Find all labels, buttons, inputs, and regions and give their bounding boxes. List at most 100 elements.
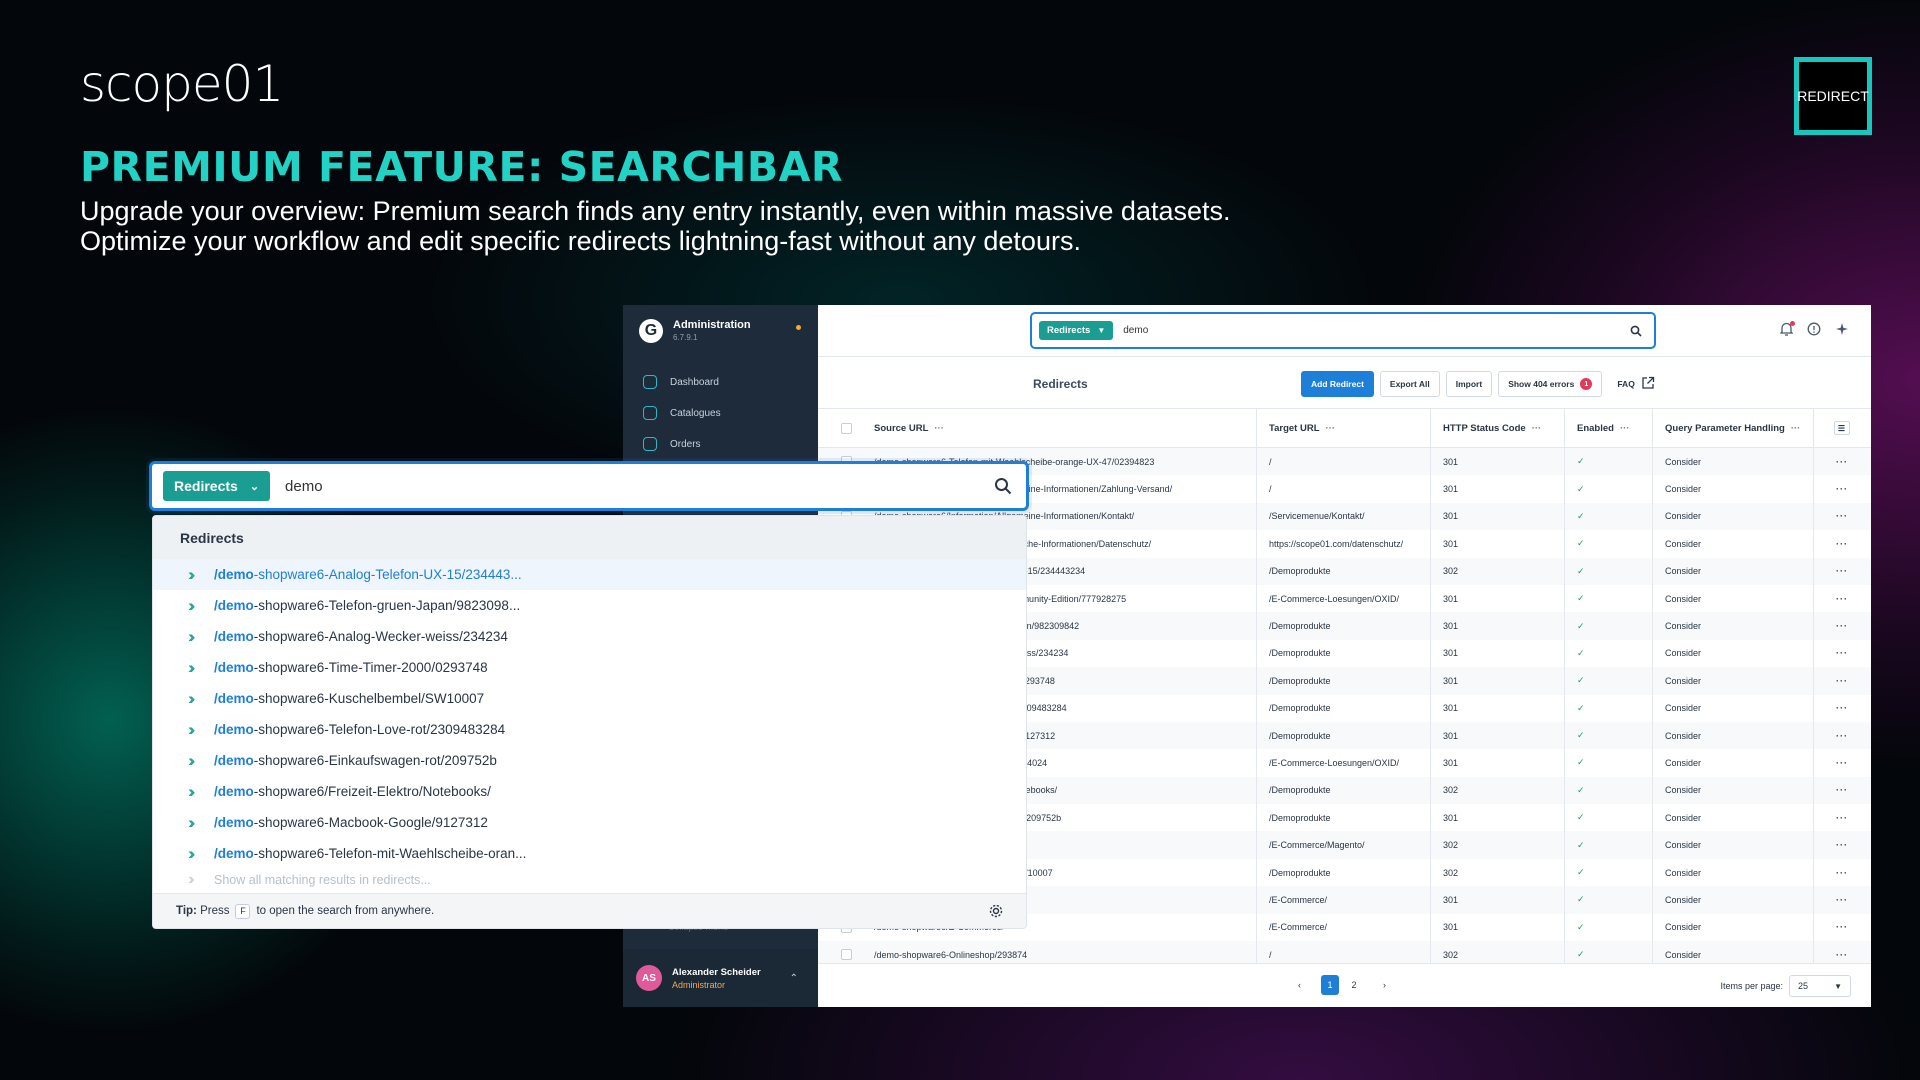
target-url-cell: /E-Commerce/Magento/: [1256, 831, 1430, 859]
row-actions-button[interactable]: ···: [1813, 612, 1870, 640]
query-handling-cell: Consider: [1652, 530, 1813, 558]
list-icon: ☰: [1834, 421, 1850, 435]
gear-icon[interactable]: [988, 903, 1004, 922]
search-type-label: Redirects: [174, 478, 238, 494]
header-source-url[interactable]: Source URL ···: [874, 423, 1256, 434]
page-1[interactable]: 1: [1321, 975, 1339, 995]
target-url-cell: /E-Commerce-Loesungen/OXID/: [1256, 749, 1430, 777]
row-actions-button[interactable]: ···: [1813, 557, 1870, 585]
target-url-cell: /Demoprodukte: [1256, 667, 1430, 695]
row-actions-button[interactable]: ···: [1813, 721, 1870, 750]
user-menu[interactable]: AS Alexander Scheider Administrator ⌃: [623, 949, 818, 1007]
result-path: -shopware6-Kuschelbembel/SW10007: [253, 691, 485, 706]
result-path: -shopware6-Analog-Wecker-weiss/234234: [253, 629, 508, 644]
search-tip: Tip: Press F to open the search from any…: [153, 893, 1026, 928]
admin-title: Administration: [673, 319, 751, 331]
target-url-cell: /E-Commerce/: [1256, 886, 1430, 914]
status-cell: 301: [1430, 584, 1564, 613]
sidebar-item-orders[interactable]: Orders: [643, 437, 701, 451]
chevron-right-icon[interactable]: ›: [1383, 980, 1386, 990]
row-actions-button[interactable]: ···: [1813, 886, 1870, 914]
row-actions-button[interactable]: ···: [1813, 694, 1870, 722]
row-actions-button[interactable]: ···: [1813, 913, 1870, 942]
row-actions-button[interactable]: ···: [1813, 667, 1870, 695]
search-result-item[interactable]: ›› /demo -shopware6-Telefon-Love-rot/23094…: [153, 714, 1026, 745]
help-icon[interactable]: [1807, 322, 1821, 339]
add-redirect-button[interactable]: Add Redirect: [1301, 371, 1374, 397]
source-url-cell: /demo-shopware6-Onlineshop/293874: [874, 949, 1028, 960]
enabled-check-icon: ✓: [1564, 475, 1652, 503]
row-actions-button[interactable]: ···: [1813, 776, 1870, 805]
status-cell: 302: [1430, 831, 1564, 859]
status-cell: 301: [1430, 913, 1564, 942]
row-actions-button[interactable]: ···: [1813, 502, 1870, 531]
header-target-url[interactable]: Target URL ···: [1256, 409, 1430, 447]
search-input[interactable]: demo: [285, 478, 323, 495]
query-handling-cell: Consider: [1652, 475, 1813, 503]
bell-icon[interactable]: [1779, 321, 1795, 339]
query-handling-cell: Consider: [1652, 639, 1813, 668]
search-result-item[interactable]: ›› /demo -shopware6-Macbook-Google/9127312: [153, 807, 1026, 838]
search-result-item[interactable]: ›› /demo -shopware6-Telefon-gruen-Japan/98…: [153, 590, 1026, 621]
row-actions-button[interactable]: ···: [1813, 831, 1870, 859]
topbar-icons: [1779, 321, 1849, 339]
double-chevron-icon: ››: [188, 657, 195, 677]
search-result-item[interactable]: ›› /demo -shopware6/Freizeit-Elektro/Noteb…: [153, 776, 1026, 807]
import-button[interactable]: Import: [1445, 371, 1493, 397]
sidebar-item-label: Orders: [670, 438, 701, 450]
row-checkbox[interactable]: [818, 949, 874, 961]
row-actions-button[interactable]: ···: [1813, 804, 1870, 832]
status-cell: 301: [1430, 694, 1564, 722]
status-cell: 301: [1430, 612, 1564, 640]
search-result-item[interactable]: ›› /demo -shopware6-Analog-Telefon-UX-15/2…: [153, 559, 1026, 590]
search-type-select[interactable]: Redirects ⌄: [163, 471, 271, 501]
header-query-handling[interactable]: Query Parameter Handling ···: [1652, 409, 1813, 447]
target-url-cell: /Demoprodukte: [1256, 557, 1430, 585]
search-result-item[interactable]: ›› /demo -shopware6-Telefon-mit-Waehlschei…: [153, 838, 1026, 869]
search-bar-enlarged[interactable]: Redirects ⌄ demo: [149, 461, 1029, 511]
search-input[interactable]: demo: [1123, 325, 1148, 336]
search-result-item[interactable]: ›› /demo -shopware6-Analog-Wecker-weiss/23…: [153, 621, 1026, 652]
chevron-down-icon: ⌄: [249, 480, 260, 493]
query-handling-cell: Consider: [1652, 886, 1813, 914]
search-type-select[interactable]: Redirects ▼: [1039, 321, 1114, 340]
sidebar-item-catalogues[interactable]: Catalogues: [643, 406, 721, 420]
result-path: -shopware6-Analog-Telefon-UX-15/234443..…: [253, 567, 522, 582]
header-enabled[interactable]: Enabled ···: [1564, 409, 1652, 447]
row-actions-button[interactable]: ···: [1813, 475, 1870, 503]
status-cell: 301: [1430, 886, 1564, 914]
keyboard-key: F: [235, 903, 251, 919]
scope01-logo: scope01: [80, 55, 284, 113]
search-bar[interactable]: Redirects ▼ demo: [1030, 312, 1656, 349]
show-404-button[interactable]: Show 404 errors 1: [1498, 371, 1603, 397]
items-per-page-select[interactable]: 25 ▼: [1789, 975, 1851, 997]
result-keyword: /demo: [214, 722, 254, 737]
search-result-item[interactable]: ›› /demo -shopware6-Time-Timer-2000/029374…: [153, 652, 1026, 683]
column-settings-button[interactable]: ☰: [1813, 409, 1870, 447]
items-per-page-label: Items per page:: [1720, 981, 1783, 991]
enabled-check-icon: ✓: [1564, 721, 1652, 750]
enabled-check-icon: ✓: [1564, 776, 1652, 805]
sidebar-item-dashboard[interactable]: Dashboard: [643, 375, 719, 389]
export-all-button[interactable]: Export All: [1379, 371, 1440, 397]
select-all-checkbox[interactable]: [818, 422, 874, 434]
results-list: ›› /demo -shopware6-Analog-Telefon-UX-15/2…: [153, 559, 1026, 869]
row-actions-button[interactable]: ···: [1813, 639, 1870, 668]
search-result-item[interactable]: ›› /demo -shopware6-Kuschelbembel/SW10007: [153, 683, 1026, 714]
sidebar-brand[interactable]: G Administration 6.7.9.1: [639, 319, 751, 343]
page-2[interactable]: 2: [1345, 975, 1363, 995]
search-icon[interactable]: [994, 477, 1012, 500]
sparkle-icon[interactable]: [1835, 322, 1849, 339]
row-actions-button[interactable]: ···: [1813, 749, 1870, 777]
chevron-up-icon: ⌃: [789, 972, 798, 984]
show-all-results-link[interactable]: ›› Show all matching results in redirect…: [153, 869, 1026, 891]
faq-link[interactable]: FAQ: [1608, 371, 1664, 397]
search-result-item[interactable]: ›› /demo -shopware6-Einkaufswagen-rot/2097…: [153, 745, 1026, 776]
search-icon[interactable]: [1630, 324, 1642, 342]
row-actions-button[interactable]: ···: [1813, 584, 1870, 613]
row-actions-button[interactable]: ···: [1813, 448, 1870, 476]
row-actions-button[interactable]: ···: [1813, 858, 1870, 887]
row-actions-button[interactable]: ···: [1813, 530, 1870, 558]
header-status-code[interactable]: HTTP Status Code ···: [1430, 409, 1564, 447]
chevron-left-icon[interactable]: ‹: [1298, 980, 1301, 990]
